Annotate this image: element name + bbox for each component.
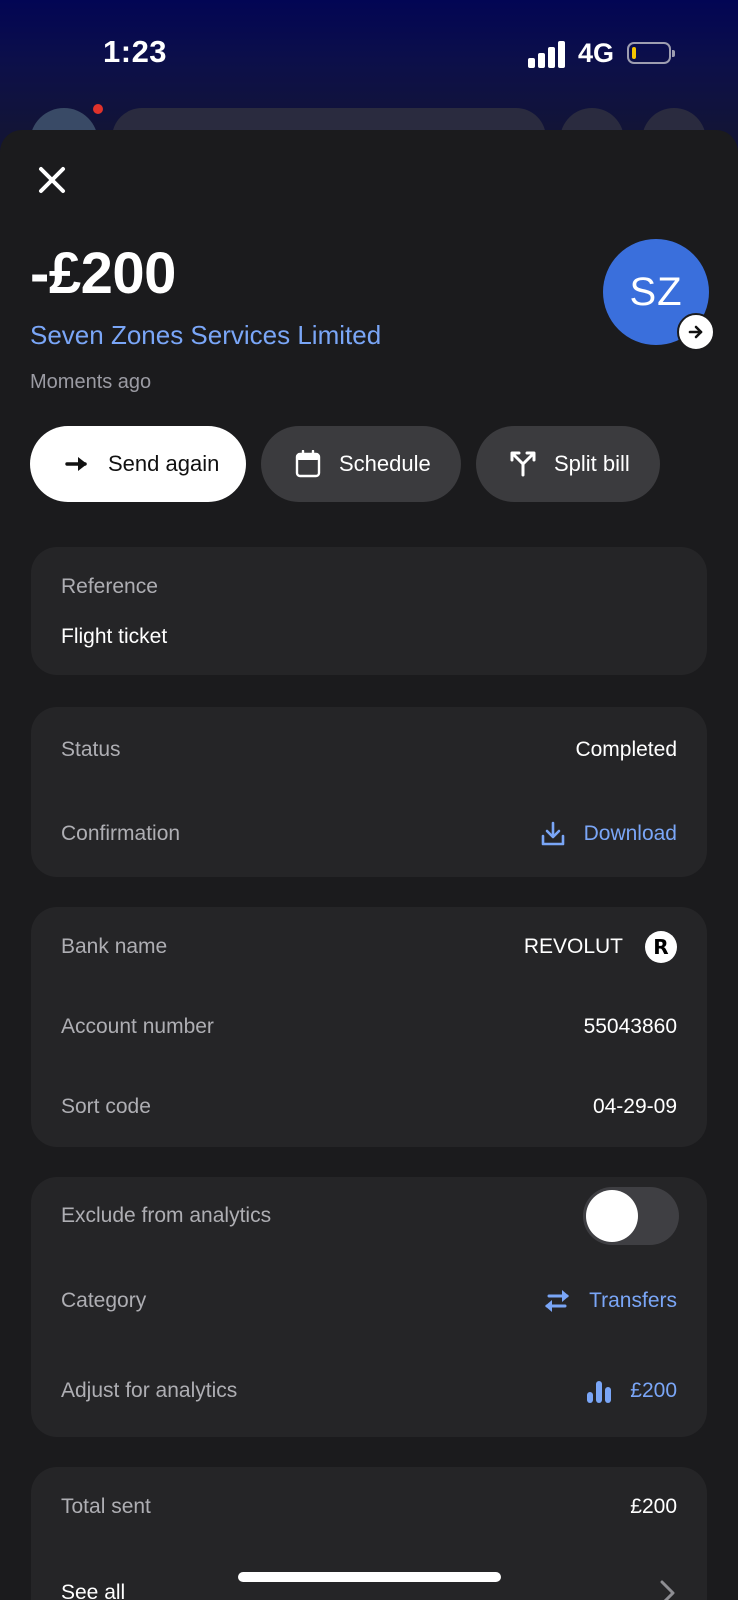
bank-details-card: Bank name REVOLUT R Account number 55043… — [31, 907, 707, 1147]
split-icon — [508, 449, 538, 479]
see-all-label: See all — [61, 1581, 126, 1600]
reference-card[interactable]: Reference Flight ticket — [31, 547, 707, 675]
transaction-time: Moments ago — [30, 371, 152, 393]
chevron-right-icon — [660, 1580, 675, 1600]
status-bar: 1:23 4G — [0, 0, 738, 100]
download-icon — [541, 821, 564, 846]
toggle-knob — [586, 1190, 638, 1242]
download-button[interactable]: Download — [540, 821, 677, 847]
status-value: Completed — [575, 738, 677, 761]
adjust-analytics-row: Adjust for analytics £200 — [61, 1375, 677, 1407]
avatar-initials: SZ — [629, 269, 683, 314]
schedule-button[interactable]: Schedule — [261, 426, 461, 502]
split-bill-label: Split bill — [554, 451, 630, 476]
close-icon — [39, 167, 65, 193]
exclude-analytics-label: Exclude from analytics — [61, 1204, 272, 1227]
network-type: 4G — [578, 38, 615, 68]
transaction-sheet: -£200 Seven Zones Services Limited Momen… — [0, 130, 738, 1600]
transaction-amount: -£200 — [30, 241, 176, 306]
account-number-row[interactable]: Account number 55043860 — [61, 1011, 677, 1043]
account-number-value: 55043860 — [583, 1015, 677, 1038]
reference-label: Reference — [61, 575, 158, 598]
confirmation-row: Confirmation Download — [61, 819, 677, 849]
status-card: Status Completed Confirmation Download — [31, 707, 707, 877]
exclude-analytics-row: Exclude from analytics — [61, 1187, 679, 1245]
home-indicator[interactable] — [238, 1572, 501, 1582]
category-row: Category Transfers — [61, 1285, 677, 1317]
transaction-details-screen: 1:23 4G -£200 Seven Zones Services Limit… — [0, 0, 738, 1600]
download-label: Download — [583, 822, 677, 845]
reference-value: Flight ticket — [61, 625, 168, 648]
total-sent-value: £200 — [630, 1495, 677, 1518]
status-time: 1:23 — [103, 34, 168, 69]
revolut-logo-icon: R — [645, 931, 677, 963]
avatar-arrow-badge — [677, 313, 715, 351]
split-bill-button[interactable]: Split bill — [476, 426, 660, 502]
category-label: Category — [61, 1289, 147, 1312]
bar-chart-icon — [587, 1381, 612, 1403]
arrow-right-icon — [62, 449, 92, 479]
arrow-right-icon — [688, 325, 703, 339]
account-number-label: Account number — [61, 1015, 214, 1038]
total-sent-row: Total sent £200 — [61, 1491, 677, 1523]
category-value: Transfers — [589, 1289, 677, 1312]
category-button[interactable]: Transfers — [543, 1288, 677, 1314]
sort-code-row[interactable]: Sort code 04-29-09 — [61, 1091, 677, 1123]
sort-code-value: 04-29-09 — [592, 1095, 677, 1118]
bank-name-label: Bank name — [61, 935, 168, 958]
merchant-name[interactable]: Seven Zones Services Limited — [30, 320, 381, 351]
adjust-analytics-label: Adjust for analytics — [61, 1379, 238, 1402]
transfer-arrows-icon — [545, 1290, 570, 1312]
battery-icon — [627, 42, 675, 64]
sort-code-label: Sort code — [61, 1095, 151, 1118]
send-again-label: Send again — [108, 451, 220, 476]
status-label: Status — [61, 738, 121, 761]
calendar-icon — [293, 449, 323, 479]
total-sent-label: Total sent — [61, 1495, 151, 1518]
confirmation-label: Confirmation — [61, 822, 181, 845]
signal-icon — [528, 40, 568, 68]
adjust-analytics-value: £200 — [630, 1379, 677, 1402]
exclude-analytics-toggle[interactable] — [583, 1187, 679, 1245]
send-again-button[interactable]: Send again — [30, 426, 246, 502]
schedule-label: Schedule — [339, 451, 431, 476]
notification-dot — [93, 104, 103, 114]
close-button[interactable] — [34, 162, 70, 198]
bank-name-row: Bank name REVOLUT R — [61, 931, 677, 963]
bank-name-value: REVOLUT — [523, 935, 623, 958]
analytics-card: Exclude from analytics Category Transfer… — [31, 1177, 707, 1437]
adjust-analytics-button[interactable]: £200 — [586, 1378, 677, 1404]
status-row: Status Completed — [61, 735, 677, 765]
